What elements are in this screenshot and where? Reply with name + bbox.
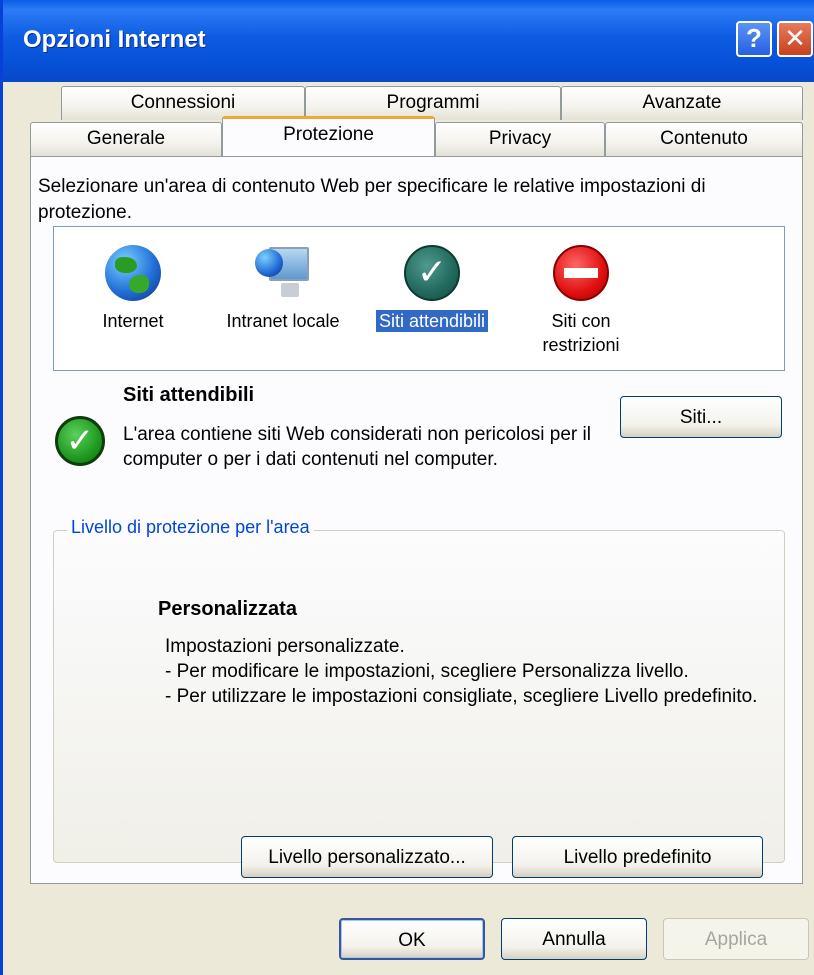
tab-programmi[interactable]: Programmi xyxy=(305,86,561,120)
cancel-button[interactable]: Annulla xyxy=(501,918,647,960)
sites-button[interactable]: Siti... xyxy=(620,396,782,438)
close-button[interactable]: ✕ xyxy=(777,21,813,57)
security-level-line3: - Per utilizzare le impostazioni consigl… xyxy=(165,686,758,707)
custom-level-button[interactable]: Livello personalizzato... xyxy=(241,836,493,878)
restricted-no-entry-icon xyxy=(553,245,609,301)
tab-avanzate[interactable]: Avanzate xyxy=(561,86,803,120)
instruction-text: Selezionare un'area di contenuto Web per… xyxy=(38,176,706,223)
trusted-check-icon: ✓ xyxy=(404,245,460,301)
ok-button[interactable]: OK xyxy=(339,918,485,960)
globe-icon xyxy=(105,245,161,301)
security-level-description: Impostazioni personalizzate. - Per modif… xyxy=(165,634,775,709)
zone-siti-con-restrizioni[interactable]: Siti con restrizioni xyxy=(526,227,636,367)
security-level-line1: Impostazioni personalizzate. xyxy=(165,636,405,657)
zone-label: Internet xyxy=(102,311,164,331)
zone-label-line1: Siti con xyxy=(551,311,611,331)
internet-options-window: Opzioni Internet ? ✕ Connessioni Program… xyxy=(0,0,814,975)
zone-list: Internet Intranet locale ✓ Siti attendib… xyxy=(53,226,785,371)
trusted-check-icon: ✓ xyxy=(55,416,105,466)
tab-privacy[interactable]: Privacy xyxy=(435,122,605,156)
tab-protezione[interactable]: Protezione xyxy=(222,116,435,156)
intranet-monitor-icon xyxy=(255,243,311,303)
zone-label-line2: restrizioni xyxy=(542,335,620,355)
tab-connessioni[interactable]: Connessioni xyxy=(61,86,305,120)
tab-contenuto[interactable]: Contenuto xyxy=(605,122,803,156)
zone-intranet-locale[interactable]: Intranet locale xyxy=(208,227,358,367)
zone-internet[interactable]: Internet xyxy=(78,227,188,367)
apply-button[interactable]: Applica xyxy=(663,918,809,960)
title-bar[interactable]: Opzioni Internet ? ✕ xyxy=(3,0,814,82)
help-button[interactable]: ? xyxy=(736,21,772,57)
security-level-title: Personalizzata xyxy=(158,598,297,620)
selected-zone-description: L'area contiene siti Web considerati non… xyxy=(123,424,591,470)
window-title: Opzioni Internet xyxy=(23,26,206,53)
selected-zone-title: Siti attendibili xyxy=(123,384,255,406)
zone-siti-attendibili[interactable]: ✓ Siti attendibili xyxy=(362,227,502,367)
zone-label: Intranet locale xyxy=(226,311,340,331)
security-level-line2: - Per modificare le impostazioni, scegli… xyxy=(165,661,689,682)
tab-generale[interactable]: Generale xyxy=(30,122,222,156)
default-level-button[interactable]: Livello predefinito xyxy=(512,836,763,878)
security-level-legend: Livello di protezione per l'area xyxy=(67,517,314,538)
zone-label-selected: Siti attendibili xyxy=(375,310,489,332)
